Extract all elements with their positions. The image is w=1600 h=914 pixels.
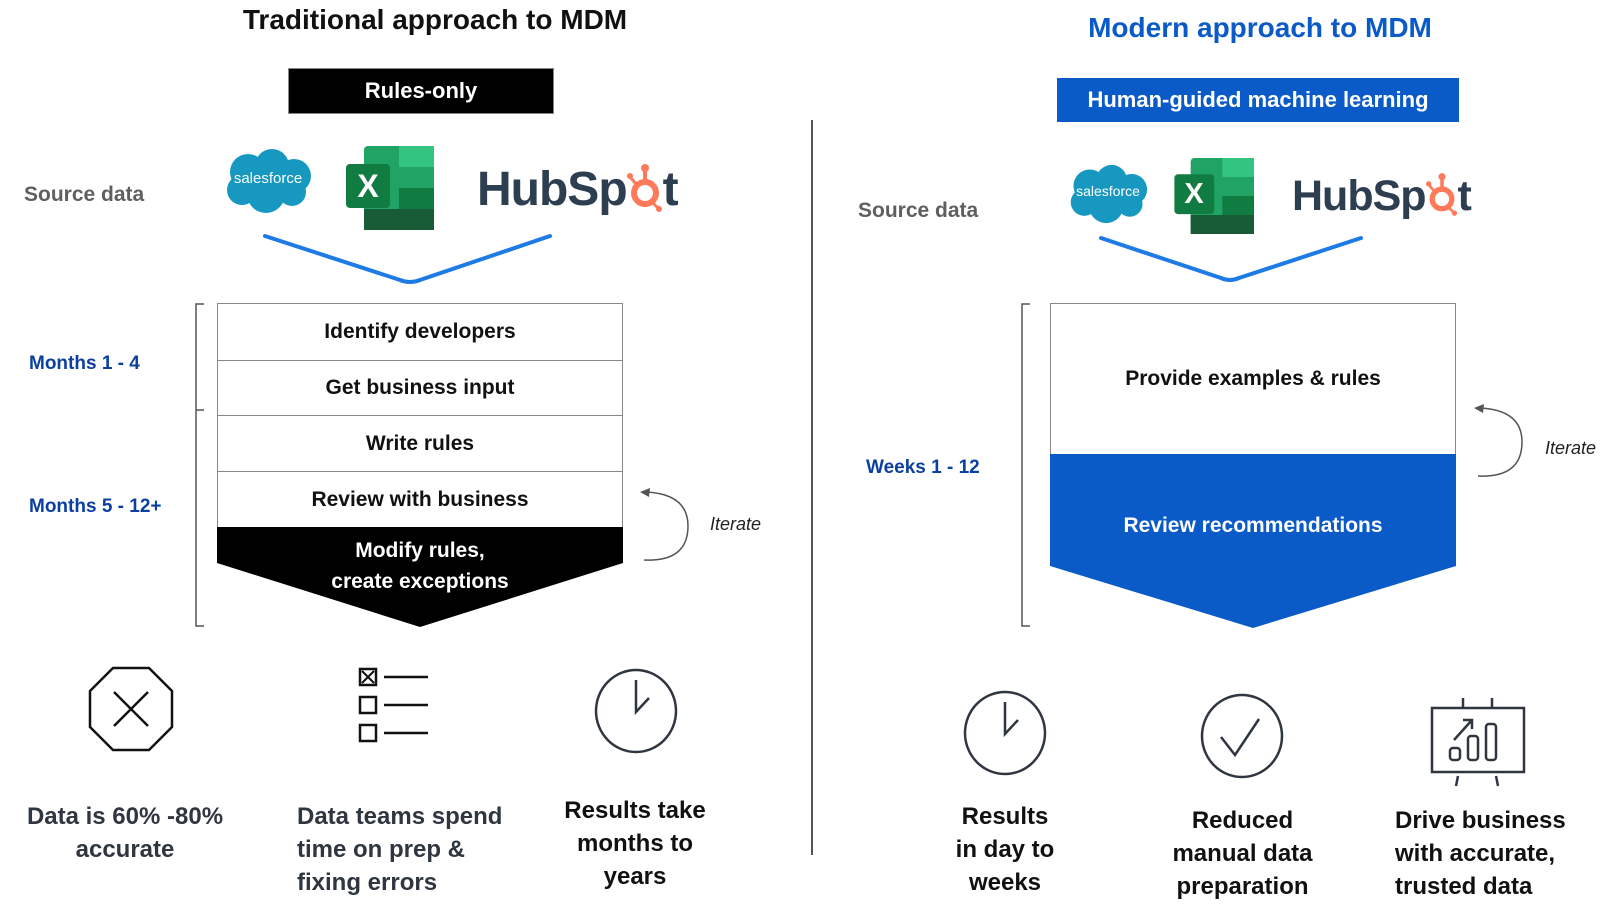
funnel-line: [263, 234, 552, 284]
outcome-accuracy-text: Data is 60% -80% accurate: [26, 803, 224, 863]
step-write-rules: Write rules: [217, 415, 623, 472]
hubspot-logo-text: HubSp: [477, 163, 628, 216]
section-divider: [811, 120, 813, 855]
timeline-bracket-right: [1021, 303, 1030, 627]
presentation-chart-icon: [1430, 698, 1526, 787]
checklist-icon: [358, 667, 428, 743]
timeline-bracket-left: [195, 303, 204, 627]
step-review-recommendations-label: Review recommendations: [1123, 514, 1383, 537]
period-weeks-1-12: Weeks 1 - 12: [866, 457, 980, 478]
outcome-trusted-data-text: Drive business with accurate, trusted da…: [1395, 807, 1566, 900]
outcome-results-fast-text: Results in day to weeks: [955, 803, 1055, 896]
hubspot-logo-text-end: t: [662, 163, 679, 216]
funnel-chevron-left: [263, 234, 552, 284]
step-get-business-input: Get business input: [217, 360, 623, 416]
excel-logo: X: [346, 146, 438, 235]
excel-logo-x: X: [357, 168, 379, 204]
clock-icon: [594, 668, 678, 754]
hubspot-logo: HubSp t: [477, 162, 679, 217]
hubspot-sprocket-icon: [1425, 173, 1457, 216]
clock-icon: [963, 690, 1047, 776]
modern-title: Modern approach to MDM: [1088, 12, 1432, 43]
traditional-title: Traditional approach to MDM: [242, 4, 628, 35]
salesforce-logo: salesforce: [222, 148, 314, 214]
iterate-arrow-left: [640, 488, 689, 561]
hubspot-sprocket-icon: [626, 164, 662, 212]
period-months-5-12: Months 5 - 12+: [29, 496, 162, 517]
step-modify-rules-label: Modify rules, create exceptions: [331, 539, 509, 593]
iterate-label-left: Iterate: [710, 514, 762, 534]
salesforce-logo-text: salesforce: [233, 170, 303, 187]
excel-logo-right: X: [1174, 158, 1258, 239]
funnel-chevron-right: [1099, 236, 1363, 282]
human-guided-ml-tag: Human-guided machine learning: [1057, 78, 1459, 122]
salesforce-logo-right: salesforce: [1066, 164, 1150, 224]
step-review-with-business: Review with business: [217, 471, 623, 528]
source-data-label-right: Source data: [858, 199, 979, 222]
rules-only-tag: Rules-only: [288, 68, 554, 114]
step-review-recommendations-chevron: [1050, 454, 1456, 628]
step-identify-developers: Identify developers: [217, 303, 623, 361]
funnel-line: [1099, 236, 1363, 282]
salesforce-logo-text: salesforce: [1076, 183, 1140, 199]
source-data-label: Source data: [24, 183, 145, 206]
checkmark-circle-icon: [1200, 693, 1284, 779]
hubspot-logo-text: HubSp: [1292, 172, 1427, 220]
stop-x-icon: [88, 666, 174, 752]
outcome-reduced-prep-text: Reduced manual data preparation: [1172, 807, 1313, 900]
outcome-results-time-text: Results take months to years: [564, 797, 706, 890]
excel-logo-x: X: [1184, 178, 1204, 210]
hubspot-logo-right: HubSp t: [1292, 172, 1472, 221]
step-provide-examples: Provide examples & rules: [1050, 303, 1456, 455]
iterate-label-right: Iterate: [1545, 438, 1597, 458]
hubspot-logo-text-end: t: [1457, 172, 1472, 220]
outcome-prep-time-text: Data teams spend time on prep & fixing e…: [297, 803, 503, 896]
iterate-arrow-right: [1474, 404, 1523, 477]
period-months-1-4: Months 1 - 4: [29, 353, 140, 374]
